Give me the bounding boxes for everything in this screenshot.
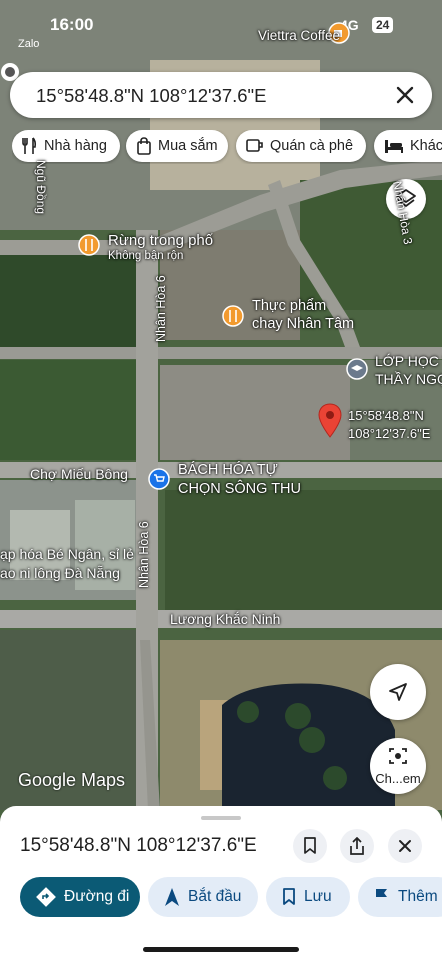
- pin-label-lat: 15°58'48.8"N: [348, 408, 424, 423]
- map-label-rung-sub: Không bận rộn: [108, 250, 184, 262]
- chip-label: Mua sắm: [158, 138, 218, 154]
- map-label-viettra[interactable]: Viettra Coffee: [258, 28, 340, 43]
- map-label-taphoa-1[interactable]: ạp hóa Bé Ngân, sỉ lẻ: [0, 546, 134, 562]
- search-query[interactable]: 15°58'48.8"N 108°12'37.6"E: [36, 85, 266, 107]
- close-sheet-button[interactable]: [388, 829, 422, 863]
- map-label-lop-1[interactable]: LỚP HỌC T: [375, 353, 442, 369]
- food-poi-icon[interactable]: [78, 234, 100, 256]
- flag-icon: [376, 889, 387, 905]
- start-button[interactable]: Bắt đầu: [148, 877, 258, 917]
- more-button[interactable]: Thêm: [358, 877, 442, 917]
- camera-lens-icon: [389, 748, 407, 764]
- my-location-button[interactable]: [370, 664, 426, 720]
- close-icon[interactable]: [390, 80, 420, 110]
- more-label: Thêm: [398, 888, 438, 905]
- chip-hotels[interactable]: Khách: [374, 130, 442, 162]
- school-poi-icon[interactable]: [346, 358, 368, 380]
- place-title: 15°58'48.8"N 108°12'37.6"E: [20, 835, 257, 856]
- save-icon-button[interactable]: [293, 829, 327, 863]
- lens-label: Ch...em: [375, 771, 421, 786]
- chip-label: Nhà hàng: [44, 138, 107, 154]
- navigation-arrow-icon: [389, 683, 407, 701]
- map-label-cho[interactable]: Chợ Miếu Bông: [30, 466, 128, 482]
- street-label-nhanhoa6-bottom: Nhân Hòa 6: [137, 521, 151, 588]
- street-label-nhanhoa6-top: Nhân Hòa 6: [154, 275, 168, 342]
- place-bottom-sheet: 15°58'48.8"N 108°12'37.6"E Đường đi Bắt …: [0, 806, 442, 960]
- map-label-bachhoa-2[interactable]: CHỌN SÔNG THU: [178, 481, 301, 497]
- start-label: Bắt đầu: [188, 888, 242, 905]
- close-icon: [399, 840, 411, 852]
- chip-label: Quán cà phê: [270, 138, 354, 154]
- directions-button[interactable]: Đường đi: [20, 877, 140, 917]
- navigate-arrow-icon: [165, 888, 179, 906]
- save-label: Lưu: [304, 888, 332, 905]
- battery-indicator: 24: [372, 17, 394, 33]
- google-maps-logo: Google Maps: [18, 770, 126, 790]
- map-label-lop-2[interactable]: THẦY NGỌ: [375, 371, 442, 387]
- shopping-bag-icon: [137, 137, 151, 155]
- directions-label: Đường đi: [64, 888, 130, 905]
- map-label-thucpham-2[interactable]: chay Nhân Tâm: [252, 316, 354, 332]
- bed-icon: [385, 140, 403, 153]
- street-label-ngudong: Ngũ Đồng: [34, 160, 48, 215]
- share-button[interactable]: [340, 829, 374, 863]
- chip-restaurants[interactable]: Nhà hàng: [12, 130, 120, 162]
- coffee-icon: [246, 139, 263, 152]
- home-indicator[interactable]: [143, 947, 299, 952]
- category-chips: Nhà hàng Mua sắm Quán cà phê Khách: [12, 130, 442, 164]
- bookmark-icon: [283, 888, 295, 905]
- map-label-rung[interactable]: Rừng trong phố: [108, 232, 213, 249]
- shopping-poi-icon[interactable]: [148, 468, 170, 490]
- drag-handle[interactable]: [201, 816, 241, 820]
- search-bar[interactable]: 15°58'48.8"N 108°12'37.6"E: [10, 72, 432, 118]
- status-time: 16:00: [50, 15, 94, 34]
- chip-shopping[interactable]: Mua sắm: [126, 130, 228, 162]
- lens-button[interactable]: Ch...em: [370, 738, 426, 794]
- share-icon: [350, 837, 364, 855]
- notification-app-label: Zalo: [18, 38, 40, 50]
- food-poi-icon[interactable]: [222, 305, 244, 327]
- pin-label-lng: 108°12'37.6"E: [348, 426, 431, 441]
- save-button[interactable]: Lưu: [266, 877, 350, 917]
- street-label-luong: Lương Khắc Ninh: [170, 611, 281, 627]
- status-bar: 16:00 4G 24: [0, 8, 442, 44]
- directions-icon: [36, 887, 56, 907]
- chip-label: Khách: [410, 138, 442, 154]
- map-label-bachhoa-1[interactable]: BÁCH HÓA TỰ: [178, 462, 278, 478]
- restaurant-icon: [22, 137, 37, 154]
- dropped-pin-icon[interactable]: [318, 403, 342, 439]
- chip-cafes[interactable]: Quán cà phê: [236, 130, 366, 162]
- bookmark-icon: [304, 837, 316, 854]
- map-label-taphoa-2[interactable]: ao ni lông Đà Nẵng: [0, 565, 120, 581]
- map-label-thucpham-1[interactable]: Thực phẩm: [252, 298, 326, 314]
